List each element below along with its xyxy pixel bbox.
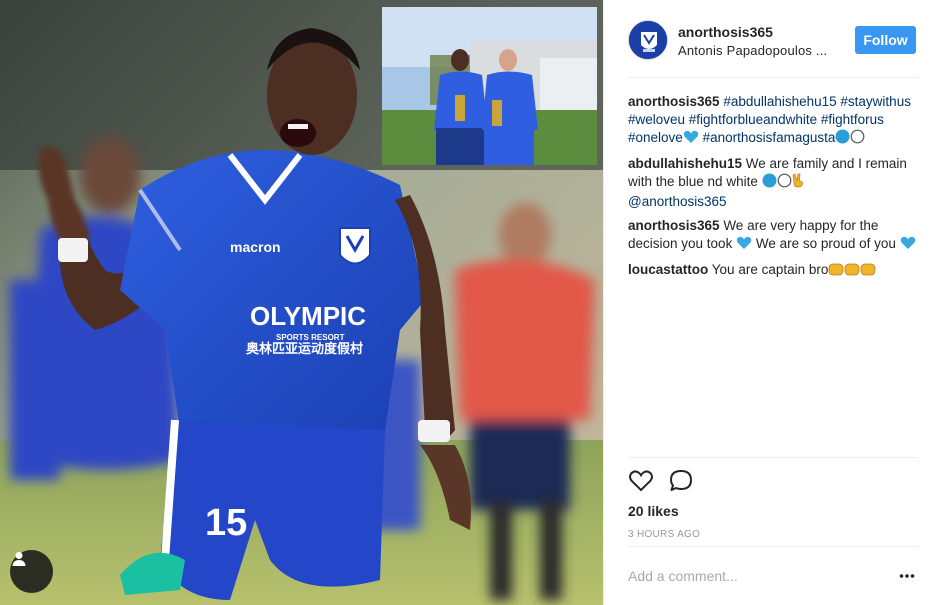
post-actions: 20 likes 3 HOURS AGO xyxy=(628,457,918,547)
shirt-sponsor-text: OLYMPIC xyxy=(250,301,366,331)
post-photo[interactable]: macron OLYMPIC SPORTS RESORT 奥林匹亚运动度假村 1… xyxy=(0,0,603,605)
comment-text-extra: We are so proud of you xyxy=(752,236,900,251)
blue-heart-emoji xyxy=(900,236,916,255)
more-options-button[interactable] xyxy=(898,567,916,585)
like-button[interactable] xyxy=(628,468,654,494)
comment-item: anorthosis365 We are very happy for the … xyxy=(628,217,920,255)
comment-item: anorthosis365 #abdullahishehu15 #staywit… xyxy=(628,93,920,149)
more-options-icon xyxy=(899,574,915,578)
comment-username[interactable]: anorthosis365 xyxy=(628,94,720,109)
post-image: macron OLYMPIC SPORTS RESORT 奥林匹亚运动度假村 1… xyxy=(0,0,603,605)
add-comment-input[interactable] xyxy=(628,565,868,587)
comments-list: anorthosis365 #abdullahishehu15 #staywit… xyxy=(628,93,920,287)
shirt-sponsor-sub-text: SPORTS RESORT xyxy=(276,333,345,342)
comment-hashtag-extra[interactable]: #anorthosisfamagusta xyxy=(703,130,836,145)
white-circle-emoji xyxy=(850,129,865,149)
speech-bubble-icon xyxy=(670,470,692,491)
inset-photo xyxy=(382,7,597,165)
comment-username[interactable]: anorthosis365 xyxy=(628,218,720,233)
fist-emoji xyxy=(844,262,860,281)
tagged-people-button[interactable] xyxy=(10,550,53,593)
post-username[interactable]: anorthosis365 xyxy=(678,24,773,40)
post-timestamp[interactable]: 3 HOURS AGO xyxy=(628,529,700,540)
fist-emoji xyxy=(828,262,844,281)
comment-text: You are captain bro xyxy=(711,262,829,277)
heart-icon xyxy=(629,470,653,492)
white-circle-emoji xyxy=(777,173,792,193)
shirt-chinese-text: 奥林匹亚运动度假村 xyxy=(246,341,363,357)
blue-circle-emoji xyxy=(762,173,777,193)
comment-username[interactable]: loucastattoo xyxy=(628,262,708,277)
blue-circle-emoji xyxy=(835,129,850,149)
comment-mention[interactable]: @anorthosis365 xyxy=(628,194,727,209)
add-comment-bar xyxy=(628,546,918,605)
shorts-number-text: 15 xyxy=(205,502,247,544)
person-icon xyxy=(12,552,26,566)
avatar[interactable] xyxy=(628,20,668,60)
comment-item: loucastattoo You are captain bro xyxy=(628,261,920,281)
post-header: anorthosis365 Antonis Papadopoulos ... F… xyxy=(628,18,918,78)
comment-username[interactable]: abdullahishehu15 xyxy=(628,156,742,171)
victory-hand-emoji xyxy=(792,173,804,193)
comment-item: abdullahishehu15 We are family and I rem… xyxy=(628,155,920,211)
post-location[interactable]: Antonis Papadopoulos ... xyxy=(678,43,827,58)
likes-count[interactable]: 20 likes xyxy=(628,503,679,519)
team-crest-icon xyxy=(629,21,667,59)
post-side-panel: anorthosis365 Antonis Papadopoulos ... F… xyxy=(603,0,935,605)
follow-button[interactable]: Follow xyxy=(855,26,916,54)
blue-heart-emoji xyxy=(683,130,699,149)
shirt-brand-text: macron xyxy=(230,239,281,255)
fist-emoji xyxy=(860,262,876,281)
blue-heart-emoji xyxy=(736,236,752,255)
comment-button[interactable] xyxy=(668,468,694,494)
